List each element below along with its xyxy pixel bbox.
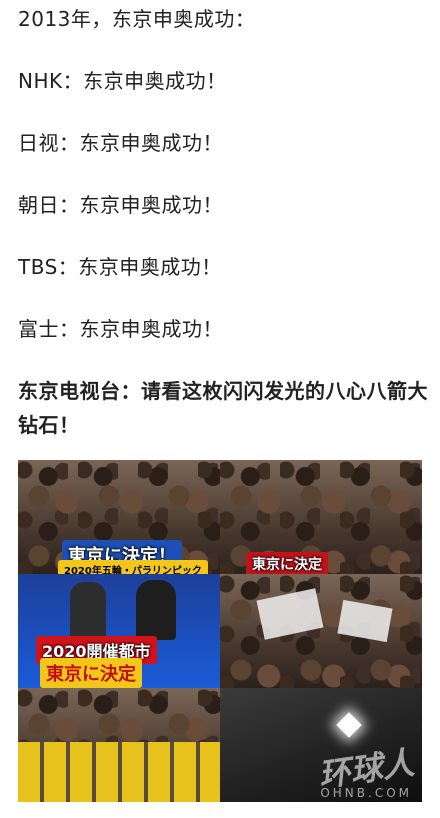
- papers-graphic: [337, 599, 393, 643]
- presenter-figure: [70, 582, 106, 640]
- caption-tokyo-decided-yellow: 東京に決定: [40, 658, 142, 688]
- collage-panel-mid-left: 2020開催都市 東京に決定: [18, 574, 220, 688]
- diamond-sparkle: [336, 712, 362, 738]
- post-line-fuji: 富士：东京申奥成功！: [18, 317, 223, 341]
- post-line-nippon-tv: 日视：东京申奥成功！: [18, 131, 223, 155]
- post-line-intro: 2013年，东京申奥成功：: [18, 7, 256, 31]
- watermark-url: OHNB.COM: [320, 786, 412, 800]
- caption-tokyo-decided-right: 東京に決定: [246, 552, 328, 574]
- post-line-tv-tokyo: 东京电视台：请看这枚闪闪发光的八心八箭大钻石！: [18, 379, 428, 437]
- post-line-asahi: 朝日：东京申奥成功！: [18, 193, 223, 217]
- yellow-shirts-group: [18, 742, 220, 802]
- presenter-figure: [136, 580, 176, 640]
- caption-olympics-sub: 2020年五輪・パラリンピック: [58, 560, 208, 574]
- post-line-tbs: TBS：东京申奥成功！: [18, 255, 222, 279]
- collage-panel-top-right: 東京に決定: [220, 460, 422, 574]
- collage-panel-mid-right: [220, 574, 422, 688]
- collage-panel-top-left: 東京に決定！ 2020年五輪・パラリンピック: [18, 460, 220, 574]
- papers-graphic: [256, 588, 324, 640]
- collage-panel-bottom-left: [18, 688, 220, 802]
- tv-collage-image[interactable]: 東京に決定！ 2020年五輪・パラリンピック 東京に決定 2020開催都市 東京…: [18, 460, 422, 802]
- post-line-nhk: NHK：东京申奥成功！: [18, 69, 227, 93]
